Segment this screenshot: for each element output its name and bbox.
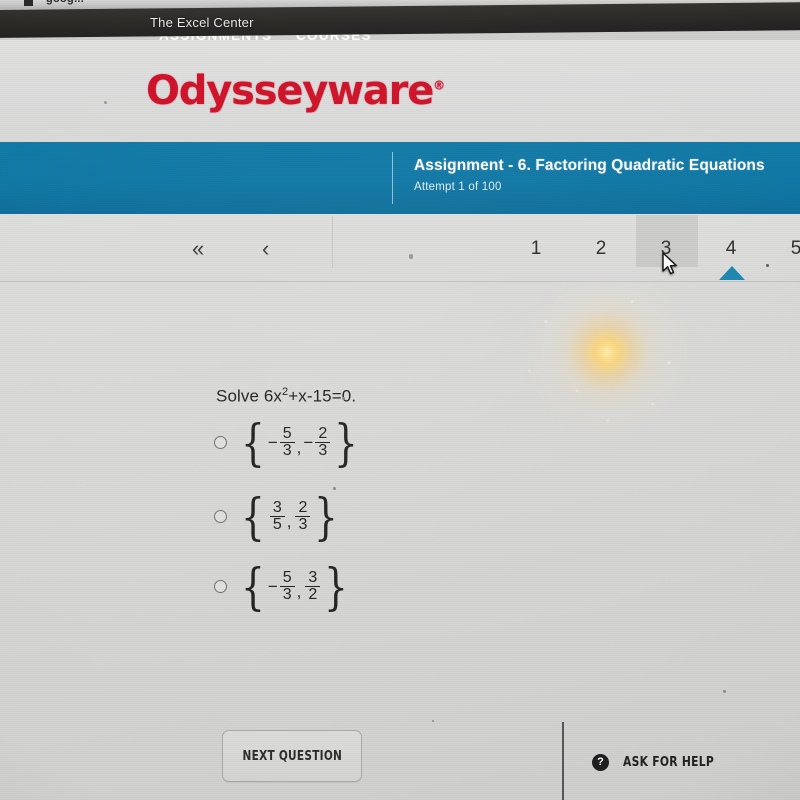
radio-button-1[interactable] [214,510,227,524]
window-titlebar [0,2,800,42]
odysseyware-logo[interactable]: Odysseyware® [146,68,445,114]
assignment-title: Assignment - 6. Factoring Quadratic Equa… [414,157,765,174]
answer-choice-2[interactable]: { − 5 3 , 3 2 } [214,557,351,616]
assignment-attempt: Attempt 1 of 100 [414,181,502,193]
logo-wordmark: Odysseyware [146,68,434,114]
screen-speck [409,254,413,259]
fraction: 2 3 [295,499,311,534]
titlebar-background [0,2,800,38]
navbar-divider [392,152,393,204]
fraction-denominator: 5 [269,516,285,533]
pagination-prev-button[interactable]: ‹ [262,236,269,262]
pagination-first-button[interactable]: « [192,236,204,262]
fraction-numerator: 3 [308,569,318,586]
comma-separator: , [296,437,302,457]
titlebar-label: The Excel Center [150,15,254,30]
answer-expression-1: { 3 5 , 2 3 } [240,487,339,546]
fraction-numerator: 5 [282,425,292,442]
fraction-denominator: 3 [315,442,331,459]
answer-choice-1[interactable]: { 3 5 , 2 3 } [214,487,341,546]
pagination-page-4[interactable]: 4 [718,236,744,262]
question-prompt-head: Solve 6x [216,386,283,406]
question-prompt: Solve 6x2+x-15=0. [216,386,356,407]
comma-separator: , [296,581,302,601]
term-sign: − [303,432,314,452]
registered-trademark-icon: ® [433,78,446,93]
radio-button-2[interactable] [214,580,227,594]
answer-expression-0: { − 5 3 , − 2 3 } [240,413,359,472]
question-prompt-tail: +x-15=0. [288,386,357,406]
fraction-denominator: 2 [305,586,321,603]
question-content-area [0,282,800,800]
browser-tab-label: goog... [46,0,84,5]
tab-favicon-icon [24,0,33,6]
ask-for-help-label: ASK FOR HELP [622,755,715,770]
fraction: 2 3 [315,425,331,460]
term-sign: − [267,576,278,596]
radio-button-0[interactable] [214,436,227,450]
ask-for-help-button[interactable]: ? ASK FOR HELP [592,754,718,771]
next-question-label: NEXT QUESTION [242,748,342,764]
screen-speck [104,101,107,104]
fraction-numerator: 3 [272,499,282,516]
fraction-denominator: 3 [279,586,295,603]
answer-expression-2: { − 5 3 , 3 2 } [240,557,349,616]
pagination-divider [332,216,333,268]
footer-divider [562,722,564,800]
pagination-page-5[interactable]: 5 [783,236,800,262]
fraction-denominator: 3 [295,516,311,533]
comma-separator: , [286,511,292,531]
answer-choice-0[interactable]: { − 5 3 , − 2 3 } [214,413,361,472]
current-page-marker-icon [719,266,745,280]
fraction-numerator: 2 [298,499,308,516]
main-navbar [0,142,800,214]
screen-speck [766,264,769,267]
fraction: 5 3 [279,425,295,460]
term-sign: − [267,432,278,452]
question-mark-icon: ? [592,754,609,771]
fraction-numerator: 5 [282,569,292,586]
pagination-page-2[interactable]: 2 [588,236,614,262]
odysseyware-screen-photo: goog... The Excel Center Odysseyware® AS… [0,0,800,800]
fraction-numerator: 2 [318,425,328,442]
fraction: 5 3 [279,569,295,604]
fraction: 3 2 [305,569,321,604]
next-question-button[interactable]: NEXT QUESTION [222,730,362,782]
mouse-cursor-icon [662,252,677,275]
fraction-denominator: 3 [279,442,295,459]
fraction: 3 5 [269,499,285,534]
pagination-page-1[interactable]: 1 [523,236,549,262]
